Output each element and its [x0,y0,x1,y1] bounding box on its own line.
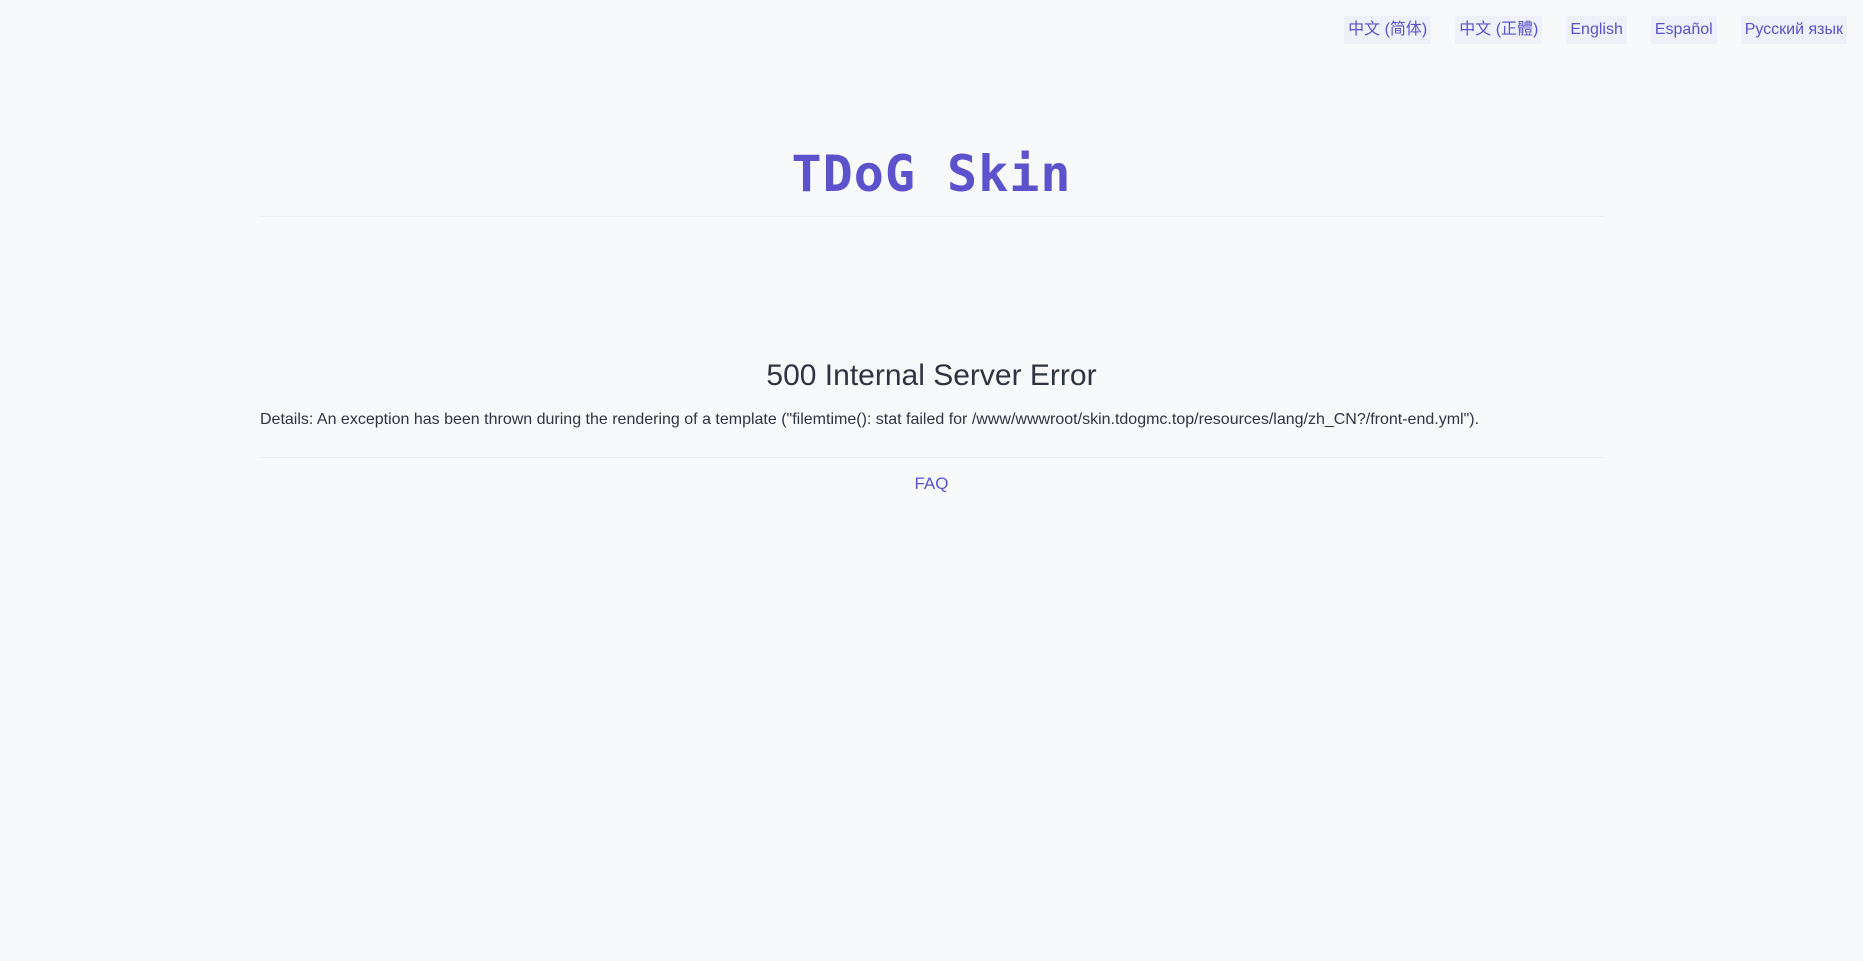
divider [260,457,1603,458]
lang-es[interactable]: Español [1650,16,1717,44]
faq-container: FAQ [260,473,1603,495]
faq-link[interactable]: FAQ [914,474,948,493]
lang-en[interactable]: English [1566,16,1627,44]
error-details: Details: An exception has been thrown du… [260,411,1480,428]
error-page: 中文 (简体) 中文 (正體) English Español Русский … [0,0,1863,961]
error-title: 500 Internal Server Error [766,359,1097,392]
lang-ru[interactable]: Русский язык [1740,16,1847,44]
site-title-logo[interactable]: TDoG Skin [792,148,1072,200]
language-switcher: 中文 (简体) 中文 (正體) English Español Русский … [1344,16,1847,44]
lang-zh-tw[interactable]: 中文 (正體) [1455,16,1543,44]
lang-zh-cn[interactable]: 中文 (简体) [1344,16,1432,44]
site-header: TDoG Skin [260,148,1603,217]
